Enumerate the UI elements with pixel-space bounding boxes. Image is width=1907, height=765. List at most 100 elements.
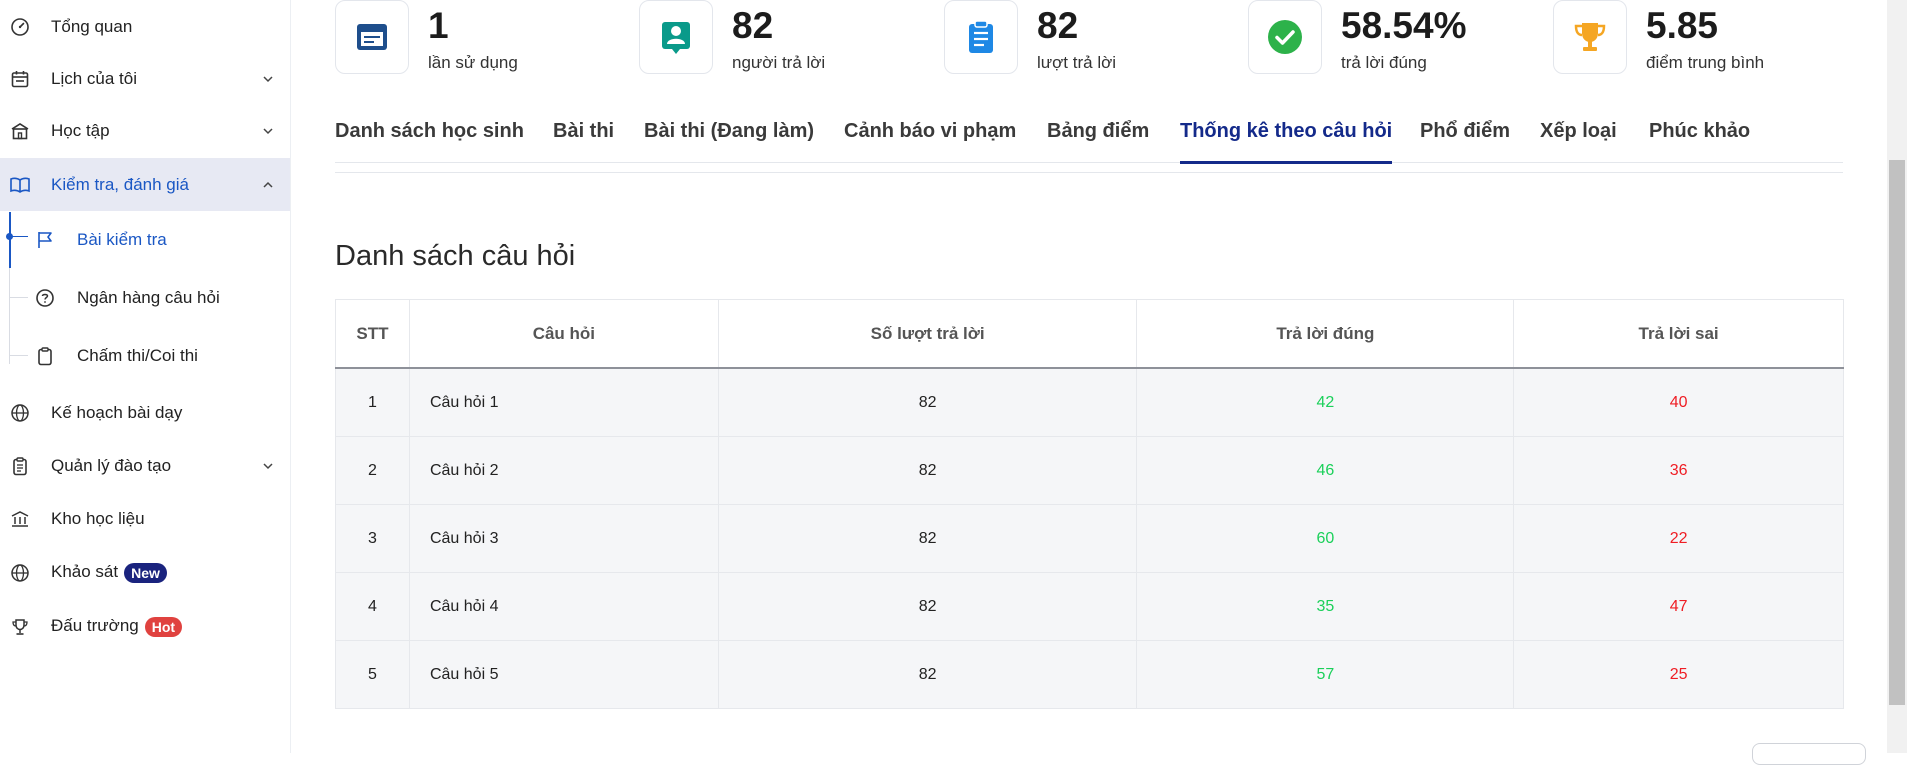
sidebar-subitem-tests[interactable]: Bài kiểm tra xyxy=(0,212,290,268)
cell-correct: 60 xyxy=(1136,504,1515,573)
sidebar-item-label: Quản lý đào tạo xyxy=(51,455,172,475)
section-title: Danh sách câu hỏi xyxy=(335,240,576,272)
sidebar-item-training-management[interactable]: Quản lý đào tạo xyxy=(0,439,290,492)
chevron-down-icon xyxy=(261,72,275,86)
cell-stt: 3 xyxy=(335,504,410,573)
tab-gradebook[interactable]: Bảng điểm xyxy=(1047,120,1149,162)
sidebar-item-label: Kiểm tra, đánh giá xyxy=(51,174,189,194)
sidebar-item-label-group: Đấu trường Hot xyxy=(51,616,183,637)
sidebar-item-label: Đấu trường xyxy=(51,616,139,636)
question-circle-icon xyxy=(34,287,56,309)
form-icon xyxy=(335,0,409,74)
tab-exams-in-progress[interactable]: Bài thi (Đang làm) xyxy=(644,120,814,162)
sidebar-subitem-grading[interactable]: Chấm thi/Coi thi xyxy=(0,328,290,384)
tab-ranking[interactable]: Xếp loại xyxy=(1540,120,1617,162)
divider xyxy=(335,172,1843,173)
question-stats-table: STT Câu hỏi Số lượt trả lời Trả lời đúng… xyxy=(335,299,1844,709)
cell-stt: 2 xyxy=(335,436,410,505)
cell-response-count: 82 xyxy=(717,572,1138,641)
cell-wrong: 40 xyxy=(1513,367,1844,437)
sidebar-subitem-label: Chấm thi/Coi thi xyxy=(77,346,198,365)
sidebar-subitem-label: Ngân hàng câu hỏi xyxy=(77,288,220,307)
sidebar-item-learning-resources[interactable]: Kho học liệu xyxy=(0,492,290,545)
dashboard-gauge-icon xyxy=(9,16,31,38)
sidebar-item-label-group: Khảo sát New xyxy=(51,562,167,583)
tab-bar: Danh sách học sinh Bài thi Bài thi (Đang… xyxy=(335,110,1843,164)
check-circle-icon xyxy=(1248,0,1322,74)
cell-response-count: 82 xyxy=(717,504,1138,573)
globe-icon xyxy=(9,402,31,424)
sidebar-item-label: Khảo sát xyxy=(51,562,119,582)
sidebar-item-overview[interactable]: Tổng quan xyxy=(0,0,290,53)
clipboard-list-icon xyxy=(9,455,31,477)
sidebar: Tổng quan Lịch của tôi Học tập Kiểm tra,… xyxy=(0,0,291,753)
chevron-down-icon xyxy=(261,459,275,473)
sidebar-item-study[interactable]: Học tập xyxy=(0,104,290,157)
stat-label: điểm trung bình xyxy=(1646,53,1765,72)
floating-button[interactable] xyxy=(1752,743,1866,765)
stat-value: 82 xyxy=(1037,5,1079,46)
cell-correct: 46 xyxy=(1136,436,1515,505)
stat-label: lượt trả lời xyxy=(1037,53,1117,72)
column-header-question: Câu hỏi xyxy=(408,299,719,369)
stat-value: 5.85 xyxy=(1646,5,1719,46)
table-row: 5 Câu hỏi 5 82 57 25 xyxy=(335,640,1844,709)
stat-label: lần sử dụng xyxy=(428,53,518,72)
clipboard-list-icon xyxy=(944,0,1018,74)
cell-correct: 42 xyxy=(1136,367,1515,437)
library-icon xyxy=(9,508,31,530)
cell-wrong: 22 xyxy=(1513,504,1844,573)
stat-card-usage: 1 lần sử dụng xyxy=(335,0,625,80)
sidebar-item-my-calendar[interactable]: Lịch của tôi xyxy=(0,52,290,105)
cell-correct: 57 xyxy=(1136,640,1515,709)
sidebar-item-label: Học tập xyxy=(51,120,110,140)
sidebar-item-label: Kho học liệu xyxy=(51,508,145,528)
stat-value: 58.54% xyxy=(1341,5,1467,46)
cell-wrong: 47 xyxy=(1513,572,1844,641)
sidebar-item-assessment[interactable]: Kiểm tra, đánh giá xyxy=(0,158,290,211)
stat-value: 1 xyxy=(428,5,449,46)
cell-wrong: 25 xyxy=(1513,640,1844,709)
tab-student-list[interactable]: Danh sách học sinh xyxy=(335,120,524,162)
cell-stt: 5 xyxy=(335,640,410,709)
globe-icon xyxy=(9,562,31,584)
cell-question: Câu hỏi 5 xyxy=(408,640,719,709)
tab-exams[interactable]: Bài thi xyxy=(553,120,614,162)
open-book-icon xyxy=(9,174,31,196)
main-content: 1 lần sử dụng 82 người trả lời 82 lượt t… xyxy=(292,0,1887,753)
chevron-up-icon xyxy=(261,178,275,192)
trophy-icon xyxy=(9,616,31,638)
sidebar-item-survey[interactable]: Khảo sát New xyxy=(0,546,290,599)
sidebar-item-lesson-plans[interactable]: Kế hoạch bài dạy xyxy=(0,386,290,439)
user-card-icon xyxy=(639,0,713,74)
new-badge: New xyxy=(124,562,167,583)
sidebar-subitem-label: Bài kiểm tra xyxy=(77,230,167,249)
sidebar-subitem-question-bank[interactable]: Ngân hàng câu hỏi xyxy=(0,270,290,326)
flag-icon xyxy=(34,229,56,251)
stat-card-average-score: 5.85 điểm trung bình xyxy=(1553,0,1843,80)
cell-wrong: 36 xyxy=(1513,436,1844,505)
scrollbar-thumb[interactable] xyxy=(1889,160,1905,705)
cell-response-count: 82 xyxy=(717,640,1138,709)
stat-card-respondents: 82 người trả lời xyxy=(639,0,929,80)
tab-question-statistics[interactable]: Thống kê theo câu hỏi xyxy=(1180,120,1393,164)
tab-violation-warnings[interactable]: Cảnh báo vi phạm xyxy=(844,120,1016,162)
table-header-row: STT Câu hỏi Số lượt trả lời Trả lời đúng… xyxy=(335,299,1844,369)
sidebar-item-label: Lịch của tôi xyxy=(51,68,137,88)
clipboard-icon xyxy=(34,345,56,367)
tab-regrade[interactable]: Phúc khảo xyxy=(1649,120,1750,162)
school-building-icon xyxy=(9,120,31,142)
column-header-wrong: Trả lời sai xyxy=(1513,299,1844,369)
cell-question: Câu hỏi 2 xyxy=(408,436,719,505)
cell-stt: 1 xyxy=(335,367,410,437)
chevron-down-icon xyxy=(261,124,275,138)
stat-value: 82 xyxy=(732,5,774,46)
column-header-response-count: Số lượt trả lời xyxy=(717,299,1138,369)
stat-card-correct-rate: 58.54% trả lời đúng xyxy=(1248,0,1538,80)
trophy-icon xyxy=(1553,0,1627,74)
cell-response-count: 82 xyxy=(717,436,1138,505)
tab-score-distribution[interactable]: Phổ điểm xyxy=(1420,120,1510,162)
sidebar-item-label: Tổng quan xyxy=(51,16,133,36)
sidebar-item-arena[interactable]: Đấu trường Hot xyxy=(0,600,290,653)
stat-label: trả lời đúng xyxy=(1341,53,1427,72)
